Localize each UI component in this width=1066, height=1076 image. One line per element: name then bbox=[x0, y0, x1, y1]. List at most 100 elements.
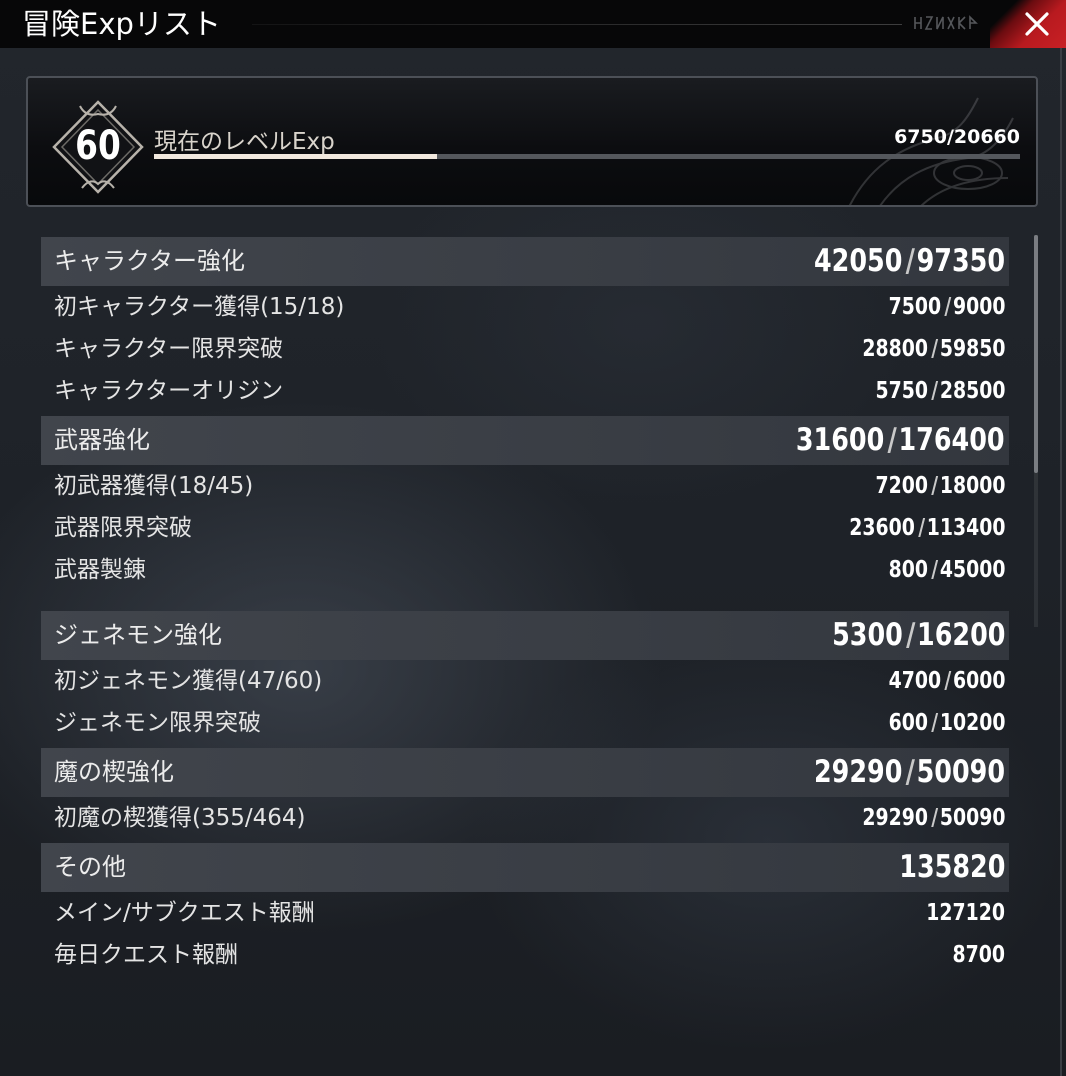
row-value: 7500/9000 bbox=[888, 286, 1005, 328]
row-value-max: 18000 bbox=[939, 473, 1005, 499]
row-value-max: 59850 bbox=[939, 336, 1005, 362]
exp-row: メイン/サブクエスト報酬 127120 bbox=[41, 892, 1009, 934]
row-value-current: 127120 bbox=[926, 900, 1005, 926]
exp-section: 魔の楔強化 29290/50090 初魔の楔獲得(355/464) 29290/500… bbox=[41, 748, 1009, 839]
row-value: 29290/50090 bbox=[862, 797, 1005, 839]
row-label: 初ジェネモン獲得(47/60) bbox=[54, 668, 323, 694]
exp-row: 初武器獲得(18/45) 7200/18000 bbox=[41, 465, 1009, 507]
window-title: 冒険Expリスト bbox=[22, 7, 221, 41]
exp-section: 武器強化 31600/176400 初武器獲得(18/45) 7200/18000 武器… bbox=[41, 416, 1009, 591]
separator: / bbox=[943, 294, 951, 320]
row-value-current: 4700 bbox=[888, 668, 941, 694]
row-value-max: 6000 bbox=[952, 668, 1005, 694]
row-value: 8700 bbox=[953, 934, 1005, 976]
section-total-current: 5300 bbox=[831, 617, 903, 653]
row-value-max: 113400 bbox=[926, 515, 1005, 541]
row-label: 初キャラクター獲得(15/18) bbox=[54, 294, 345, 320]
row-label: 初魔の楔獲得(355/464) bbox=[54, 805, 306, 831]
exp-category-list[interactable]: キャラクター強化 42050/97350 初キャラクター獲得(15/18) 7500/… bbox=[41, 237, 1009, 976]
separator: / bbox=[930, 710, 938, 736]
row-label: 武器限界突破 bbox=[54, 515, 192, 541]
row-value-current: 8700 bbox=[952, 942, 1005, 968]
separator: / bbox=[905, 617, 915, 653]
row-value-max: 9000 bbox=[952, 294, 1005, 320]
section-total-current: 31600 bbox=[796, 422, 885, 458]
section-total-current: 29290 bbox=[813, 754, 903, 790]
section-total-max: 16200 bbox=[916, 617, 1005, 653]
section-header: その他 135820 bbox=[41, 843, 1009, 892]
section-total: 135820 bbox=[899, 843, 1005, 892]
exp-row: 武器製錬 800/45000 bbox=[41, 549, 1009, 591]
row-label: ジェネモン限界突破 bbox=[54, 710, 261, 736]
row-value: 127120 bbox=[926, 892, 1005, 934]
separator: / bbox=[943, 668, 951, 694]
exp-row: 武器限界突破 23600/113400 bbox=[41, 507, 1009, 549]
separator: / bbox=[930, 336, 938, 362]
section-total: 31600/176400 bbox=[796, 416, 1005, 465]
exp-row: 初魔の楔獲得(355/464) 29290/50090 bbox=[41, 797, 1009, 839]
row-value: 7200/18000 bbox=[875, 465, 1005, 507]
section-total-current: 42050 bbox=[813, 243, 903, 279]
row-value-current: 28800 bbox=[861, 336, 928, 362]
section-header: 魔の楔強化 29290/50090 bbox=[41, 748, 1009, 797]
section-header: 武器強化 31600/176400 bbox=[41, 416, 1009, 465]
exp-row: 初ジェネモン獲得(47/60) 4700/6000 bbox=[41, 660, 1009, 702]
separator: / bbox=[930, 378, 938, 404]
exp-section: ジェネモン強化 5300/16200 初ジェネモン獲得(47/60) 4700/600… bbox=[41, 611, 1009, 744]
row-value-max: 28500 bbox=[939, 378, 1005, 404]
rune-ornament-icon bbox=[914, 15, 978, 30]
section-header: ジェネモン強化 5300/16200 bbox=[41, 611, 1009, 660]
level-exp-progress-bar bbox=[154, 154, 1020, 159]
level-exp-value: 6750/20660 bbox=[894, 126, 1020, 148]
row-value: 800/45000 bbox=[888, 549, 1005, 591]
title-divider bbox=[252, 24, 902, 25]
row-value-max: 45000 bbox=[939, 557, 1005, 583]
scrollbar-thumb[interactable] bbox=[1034, 235, 1038, 473]
row-value: 600/10200 bbox=[888, 702, 1005, 744]
row-value: 28800/59850 bbox=[862, 328, 1005, 370]
adventure-exp-window: 冒険Expリスト 60 現在のレベルExp 6750/20660 キャラクター強… bbox=[0, 0, 1066, 1076]
row-value-current: 600 bbox=[888, 710, 928, 736]
row-label: 武器製錬 bbox=[54, 557, 146, 583]
close-icon bbox=[1025, 12, 1049, 36]
row-label: メイン/サブクエスト報酬 bbox=[54, 900, 315, 926]
row-label: キャラクター限界突破 bbox=[54, 336, 284, 362]
exp-row: 初キャラクター獲得(15/18) 7500/9000 bbox=[41, 286, 1009, 328]
exp-section: その他 135820 メイン/サブクエスト報酬 127120 毎日クエスト報酬 8700 bbox=[41, 843, 1009, 976]
separator: / bbox=[887, 422, 898, 458]
row-value-max: 50090 bbox=[939, 805, 1005, 831]
section-title: その他 bbox=[54, 853, 126, 881]
exp-row: ジェネモン限界突破 600/10200 bbox=[41, 702, 1009, 744]
row-value-current: 7200 bbox=[875, 473, 928, 499]
current-level-panel: 60 現在のレベルExp 6750/20660 bbox=[26, 76, 1038, 207]
row-value-current: 29290 bbox=[861, 805, 928, 831]
row-value: 23600/113400 bbox=[849, 507, 1005, 549]
section-total: 5300/16200 bbox=[832, 611, 1005, 660]
section-total: 42050/97350 bbox=[814, 237, 1005, 286]
separator: / bbox=[930, 805, 938, 831]
exp-row: 毎日クエスト報酬 8700 bbox=[41, 934, 1009, 976]
row-value-max: 10200 bbox=[939, 710, 1005, 736]
close-button[interactable] bbox=[990, 0, 1066, 48]
title-bar: 冒険Expリスト bbox=[0, 0, 1066, 48]
section-total-max: 50090 bbox=[916, 754, 1005, 790]
separator: / bbox=[930, 473, 938, 499]
row-label: キャラクターオリジン bbox=[54, 378, 284, 404]
section-total: 29290/50090 bbox=[814, 748, 1005, 797]
separator: / bbox=[905, 754, 915, 790]
level-exp-progress-fill bbox=[154, 154, 438, 159]
level-exp-label: 現在のレベルExp bbox=[154, 129, 335, 155]
row-label: 初武器獲得(18/45) bbox=[54, 473, 254, 499]
separator: / bbox=[917, 515, 925, 541]
exp-row: キャラクター限界突破 28800/59850 bbox=[41, 328, 1009, 370]
section-total-max: 176400 bbox=[898, 422, 1005, 458]
exp-section: キャラクター強化 42050/97350 初キャラクター獲得(15/18) 7500/… bbox=[41, 237, 1009, 412]
section-header: キャラクター強化 42050/97350 bbox=[41, 237, 1009, 286]
row-value-current: 7500 bbox=[888, 294, 941, 320]
section-total-current: 135820 bbox=[898, 849, 1005, 885]
level-number: 60 bbox=[75, 123, 121, 169]
row-label: 毎日クエスト報酬 bbox=[54, 942, 238, 968]
section-total-max: 97350 bbox=[916, 243, 1005, 279]
row-value: 4700/6000 bbox=[888, 660, 1005, 702]
section-title: ジェネモン強化 bbox=[54, 621, 222, 649]
